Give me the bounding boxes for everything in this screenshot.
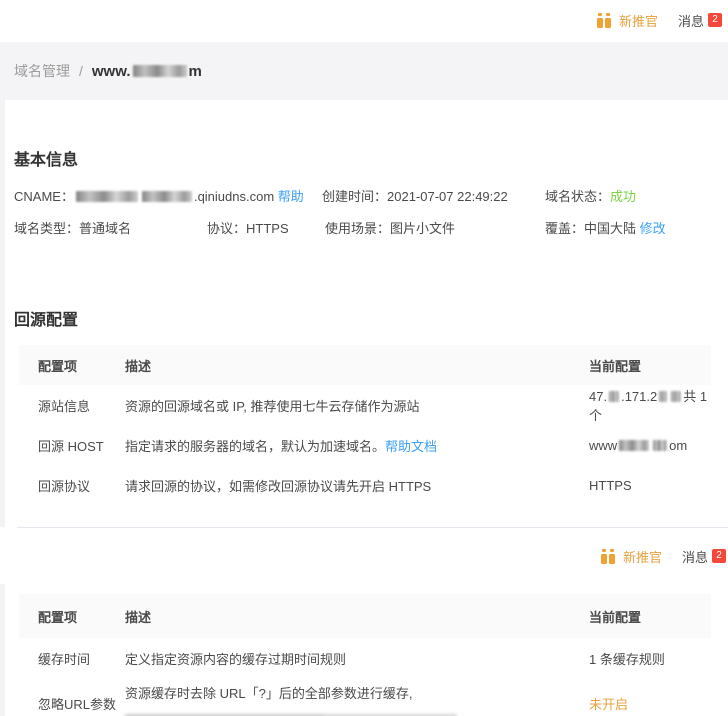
cname-field: CNAME： .qiniudns.com 帮助 (14, 186, 304, 205)
coverage-modify-link[interactable]: 修改 (640, 221, 666, 236)
col-desc: 描述 (125, 609, 152, 625)
coverage-label: 覆盖： (545, 221, 585, 236)
breadcrumb-root[interactable]: 域名管理 (14, 61, 70, 81)
row-value: HTTPS (589, 477, 632, 493)
cname-label: CNAME： (14, 189, 74, 204)
topbar: 新推官 消息 2 (596, 8, 722, 32)
col-item: 配置项 (38, 609, 78, 625)
basic-info-title: 基本信息 (14, 152, 79, 169)
table-row: 回源协议 请求回源的协议，如需修改回源协议请先开启 HTTPS HTTPS (19, 465, 711, 505)
col-current: 当前配置 (589, 609, 642, 625)
row-name: 忽略URL参数 (38, 697, 117, 712)
host-prefix: www (589, 437, 618, 453)
page-bg-strip-bottom (0, 584, 5, 716)
cache-config-table: 配置项 描述 当前配置 缓存时间 定义指定资源内容的缓存过期时间规则 1 条缓存… (19, 594, 711, 716)
domain-suffix: m (188, 62, 202, 80)
row-value: 1 条缓存规则 (589, 651, 665, 667)
row-value: 47. .171.2 共 1 个 (589, 386, 711, 424)
coverage-value: 中国大陆 (584, 221, 637, 236)
col-current: 当前配置 (589, 358, 642, 374)
row-value: www om (589, 438, 711, 453)
domain-prefix: www. (91, 62, 131, 80)
origin-config-title: 回源配置 (14, 312, 79, 329)
messages-link[interactable]: 消息 2 (678, 11, 722, 30)
type-field: 域名类型：普通域名 (14, 218, 131, 237)
cname-suffix: .qiniudns.com (193, 189, 275, 204)
page-bg-strip-top (0, 100, 5, 527)
messages-label: 消息 (677, 13, 704, 29)
messages-badge: 2 (708, 13, 722, 27)
row-desc: 资源的回源域名或 IP, 推荐使用七牛云存储作为源站 (125, 398, 420, 414)
section-divider (17, 527, 728, 528)
row-value: 未开启 (589, 697, 629, 712)
redacted-cname (141, 191, 192, 202)
promo-link[interactable]: 新推官 (619, 11, 658, 30)
col-desc: 描述 (125, 358, 152, 374)
row-desc: 请求回源的协议，如需修改回源协议请先开启 HTTPS (125, 478, 432, 494)
redacted-ip (671, 391, 682, 402)
host-suffix: om (669, 437, 688, 453)
redacted-ip (609, 391, 620, 402)
ignore-params-desc-line1: 资源缓存时去除 URL「?」后的全部参数进行缓存, (125, 686, 413, 701)
ip-prefix: 47. (589, 389, 608, 404)
row-desc: 定义指定资源内容的缓存过期时间规则 (125, 651, 347, 667)
promo-link[interactable]: 新推官 (623, 547, 662, 566)
row-name: 回源 HOST (38, 438, 104, 454)
type-value: 普通域名 (79, 221, 132, 236)
redacted-host (619, 439, 650, 451)
created-value: 2021-07-07 22:49:22 (387, 189, 508, 204)
host-desc-text: 指定请求的服务器的域名，默认为加速域名。 (125, 438, 386, 454)
row-name: 缓存时间 (38, 651, 91, 667)
messages-badge: 2 (712, 549, 726, 563)
scenario-label: 使用场景： (325, 221, 391, 236)
redacted-host (653, 439, 668, 451)
scenario-field: 使用场景：图片小文件 (325, 218, 455, 237)
gift-icon (596, 12, 612, 28)
breadcrumb-separator: / (79, 63, 83, 79)
origin-config-table: 配置项 描述 当前配置 源站信息 资源的回源域名或 IP, 推荐使用七牛云存储作… (19, 345, 711, 505)
created-label: 创建时间： (322, 189, 388, 204)
table-row: 源站信息 资源的回源域名或 IP, 推荐使用七牛云存储作为源站 47. .171.… (19, 385, 711, 425)
table-header: 配置项 描述 当前配置 (19, 594, 711, 638)
row-name: 源站信息 (38, 398, 91, 414)
topbar: 新推官 消息 2 (600, 544, 726, 568)
redacted-ip (659, 391, 668, 402)
protocol-field: 协议：HTTPS (207, 218, 289, 237)
type-label: 域名类型： (14, 221, 80, 236)
table-header: 配置项 描述 当前配置 (19, 345, 711, 385)
breadcrumb: 域名管理 / www. m (0, 42, 728, 100)
row-desc: 资源缓存时去除 URL「?」后的全部参数进行缓存, (125, 682, 589, 716)
table-row: 回源 HOST 指定请求的服务器的域名，默认为加速域名。帮助文档 www om (19, 425, 711, 465)
redacted-cname (75, 191, 138, 202)
gift-icon (600, 548, 616, 564)
table-row: 忽略URL参数 资源缓存时去除 URL「?」后的全部参数进行缓存, 未开启 (19, 678, 711, 716)
row-desc: 指定请求的服务器的域名，默认为加速域名。帮助文档 (125, 436, 589, 455)
domain-detail-page: 新推官 消息 2 域名管理 / www. m 基本信息 CNAME： .qiniu… (0, 0, 728, 716)
status-field: 域名状态：成功 (545, 186, 636, 205)
status-label: 域名状态： (545, 189, 611, 204)
host-help-doc-link[interactable]: 帮助文档 (385, 439, 437, 454)
protocol-label: 协议： (207, 221, 247, 236)
breadcrumb-domain: www. m (92, 63, 202, 80)
messages-label: 消息 (681, 549, 708, 565)
created-field: 创建时间：2021-07-07 22:49:22 (322, 186, 508, 205)
redacted-domain (132, 65, 187, 77)
scenario-value: 图片小文件 (390, 221, 456, 236)
messages-link[interactable]: 消息 2 (682, 547, 726, 566)
row-name: 回源协议 (38, 478, 91, 494)
ip-mid: .171.2 (621, 389, 658, 404)
coverage-field: 覆盖：中国大陆 修改 (545, 218, 666, 237)
protocol-value: HTTPS (246, 221, 289, 236)
cname-help-link[interactable]: 帮助 (278, 189, 304, 204)
table-row: 缓存时间 定义指定资源内容的缓存过期时间规则 1 条缓存规则 (19, 638, 711, 678)
col-item: 配置项 (38, 358, 78, 374)
status-badge: 成功 (610, 189, 637, 204)
